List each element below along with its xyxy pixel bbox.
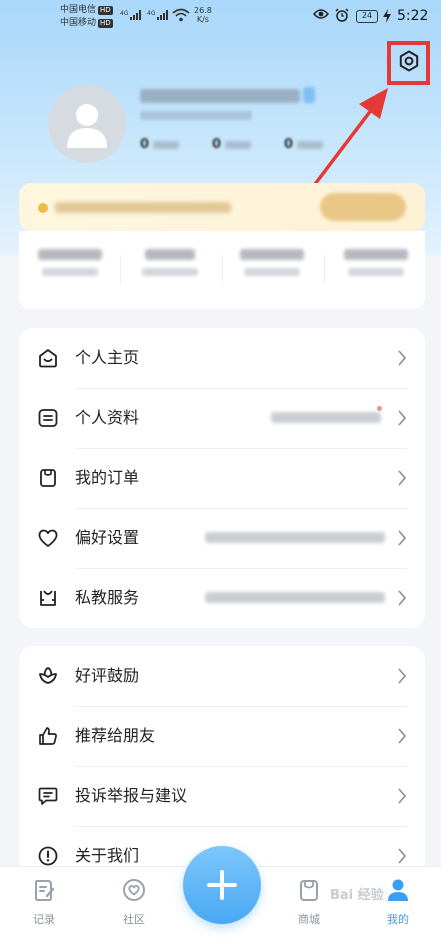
vip-banner[interactable] — [19, 183, 425, 231]
carrier-1: 中国电信 HD — [60, 5, 113, 15]
chevron-right-icon — [398, 590, 407, 606]
user-silhouette-icon — [67, 104, 107, 148]
stat-fans[interactable]: 0 — [212, 137, 252, 152]
charging-icon — [383, 9, 391, 26]
menu-item-label: 投诉举报与建议 — [75, 786, 188, 805]
shopping-bag-icon — [40, 469, 56, 487]
menu-card-primary: 个人主页 个人资料 我的订单 偏好设置 私教服务 — [19, 328, 425, 628]
quick-item[interactable] — [227, 249, 317, 289]
tab-community[interactable]: 社区 — [104, 877, 164, 927]
heart-icon — [38, 529, 58, 547]
menu-item-label: 私教服务 — [75, 588, 140, 607]
menu-item-profile[interactable]: 个人资料 — [19, 388, 425, 448]
network-speed: 26.8 K/s — [194, 6, 212, 24]
user-id-redacted — [140, 111, 252, 120]
menu-card-secondary: 好评鼓励 推荐给朋友 投诉举报与建议 关于我们 — [19, 646, 425, 876]
svg-text:4G: 4G — [120, 10, 129, 17]
menu-item-feedback[interactable]: 投诉举报与建议 — [19, 766, 425, 826]
chevron-right-icon — [398, 788, 407, 804]
signal-icon: 4G — [120, 9, 142, 24]
user-icon — [388, 879, 408, 901]
quick-item[interactable] — [331, 249, 421, 289]
svg-text:4G: 4G — [147, 10, 156, 17]
gear-icon — [397, 49, 421, 77]
thumb-up-icon — [39, 727, 57, 745]
gender-icon — [303, 87, 315, 103]
alarm-icon — [335, 8, 349, 25]
username-redacted[interactable] — [140, 89, 300, 103]
carrier-2: 中国移动 HD — [60, 18, 113, 28]
chevron-right-icon — [398, 410, 407, 426]
tab-record[interactable]: 记录 — [14, 877, 74, 927]
chat-icon — [38, 787, 58, 805]
stat-following[interactable]: 0 — [140, 137, 180, 152]
menu-item-rate-us[interactable]: 好评鼓励 — [19, 646, 425, 706]
menu-item-label: 个人主页 — [75, 348, 140, 367]
stat-likes[interactable]: 0 — [284, 137, 324, 152]
chevron-right-icon — [398, 728, 407, 744]
coach-icon — [40, 590, 56, 606]
quick-stats-card — [19, 231, 425, 309]
avatar[interactable] — [48, 85, 126, 163]
vip-open-button[interactable] — [320, 193, 406, 221]
menu-item-label: 关于我们 — [75, 846, 140, 865]
signal-icon: 4G — [147, 9, 169, 24]
chevron-right-icon — [398, 350, 407, 366]
flower-icon — [39, 667, 57, 684]
chevron-right-icon — [398, 530, 407, 546]
wifi-icon — [172, 8, 190, 25]
chevron-right-icon — [398, 668, 407, 684]
menu-item-label: 推荐给朋友 — [75, 726, 156, 745]
coaching-hint-redacted — [205, 592, 385, 603]
divider — [222, 255, 223, 285]
profile-card-icon — [38, 409, 58, 427]
quick-item[interactable] — [25, 249, 115, 289]
menu-item-preferences[interactable]: 偏好设置 — [19, 508, 425, 568]
battery-icon: 24 — [356, 10, 378, 23]
menu-item-homepage[interactable]: 个人主页 — [19, 328, 425, 388]
menu-item-label: 个人资料 — [75, 408, 140, 427]
community-icon — [123, 879, 145, 901]
info-icon — [38, 846, 58, 866]
add-record-button[interactable] — [183, 846, 261, 924]
plus-icon — [207, 870, 237, 900]
clock: 5:22 — [397, 8, 429, 24]
crown-icon — [38, 203, 48, 213]
menu-item-label: 好评鼓励 — [75, 666, 140, 685]
chevron-right-icon — [398, 848, 407, 864]
menu-item-recommend[interactable]: 推荐给朋友 — [19, 706, 425, 766]
settings-button[interactable] — [387, 41, 430, 85]
eye-icon — [313, 8, 329, 23]
shopping-bag-icon — [300, 880, 318, 901]
divider — [324, 255, 325, 285]
chevron-right-icon — [398, 470, 407, 486]
quick-item[interactable] — [125, 249, 215, 289]
menu-item-coaching[interactable]: 私教服务 — [19, 568, 425, 628]
notification-dot — [377, 406, 382, 411]
profile-hint-redacted — [271, 412, 381, 423]
divider — [120, 255, 121, 285]
edit-note-icon — [35, 880, 55, 901]
menu-item-label: 偏好设置 — [75, 528, 140, 547]
menu-item-orders[interactable]: 我的订单 — [19, 448, 425, 508]
vip-text-redacted — [55, 202, 231, 213]
preferences-hint-redacted — [205, 532, 385, 543]
watermark-logo: Bai 经验 — [330, 888, 384, 903]
status-bar: 中国电信 HD 中国移动 HD 4G 4G 26.8 K/s 24 5:22 — [0, 0, 441, 36]
menu-item-label: 我的订单 — [75, 468, 140, 487]
home-face-icon — [39, 349, 57, 368]
